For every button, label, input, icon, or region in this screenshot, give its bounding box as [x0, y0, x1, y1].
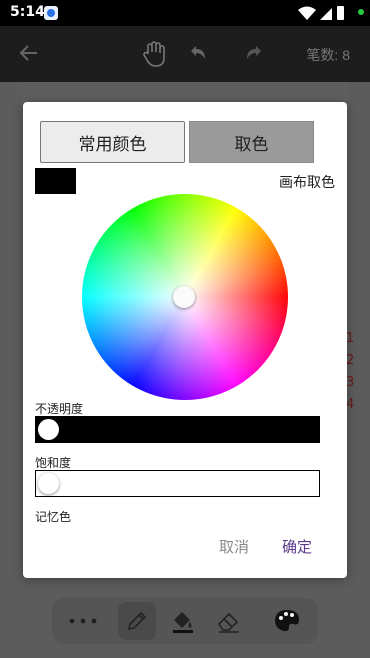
canvas-line-numbers: 1 2 3 4 [346, 328, 354, 416]
line-number: 2 [346, 353, 355, 368]
app-notification-icon [44, 6, 58, 20]
redo-icon[interactable] [244, 43, 264, 63]
saturation-slider[interactable] [35, 470, 320, 497]
saturation-label: 饱和度 [35, 456, 72, 470]
undo-icon[interactable] [188, 43, 208, 63]
opacity-label: 不透明度 [35, 402, 84, 416]
fill-bucket-icon [173, 612, 193, 633]
tab-pick-color[interactable]: 取色 [189, 121, 314, 163]
color-tabs: 常用颜色 取色 [40, 121, 330, 163]
line-number: 3 [346, 375, 355, 390]
hand-icon[interactable] [142, 40, 168, 68]
opacity-slider[interactable] [35, 416, 320, 443]
confirm-button[interactable]: 确定 [282, 536, 312, 557]
fill-tool[interactable] [164, 602, 202, 640]
pencil-icon [127, 611, 147, 631]
status-time: 5:14 [10, 4, 45, 20]
color-wheel-handle[interactable] [173, 286, 195, 308]
color-wheel[interactable] [82, 194, 288, 400]
pencil-tool[interactable] [118, 602, 156, 640]
current-color-swatch [35, 168, 76, 194]
memory-colors-label: 记忆色 [35, 510, 72, 524]
canvas-pick-button[interactable]: 画布取色 [279, 172, 335, 192]
line-number: 4 [346, 397, 355, 412]
palette-icon [275, 610, 299, 632]
top-toolbar: 笔数: 8 [0, 26, 370, 82]
opacity-slider-thumb[interactable] [38, 419, 59, 440]
eraser-icon [217, 612, 239, 633]
palette-tool[interactable] [268, 602, 306, 640]
more-icon [69, 618, 97, 624]
more-button[interactable] [64, 602, 102, 640]
status-bar: 5:14 [0, 0, 370, 26]
saturation-slider-thumb[interactable] [38, 473, 59, 494]
system-status-icons [298, 6, 344, 20]
tool-dock [52, 598, 318, 644]
color-picker-dialog: 常用颜色 取色 画布取色 不透明度 饱和度 记忆色 取消 确定 [23, 102, 347, 578]
back-arrow-icon[interactable] [18, 42, 40, 64]
line-number: 1 [346, 331, 355, 346]
cancel-button[interactable]: 取消 [219, 536, 249, 557]
stroke-count: 笔数: 8 [306, 47, 350, 63]
privacy-indicator [358, 9, 364, 15]
eraser-tool[interactable] [210, 602, 248, 640]
tab-common-colors[interactable]: 常用颜色 [40, 121, 185, 163]
